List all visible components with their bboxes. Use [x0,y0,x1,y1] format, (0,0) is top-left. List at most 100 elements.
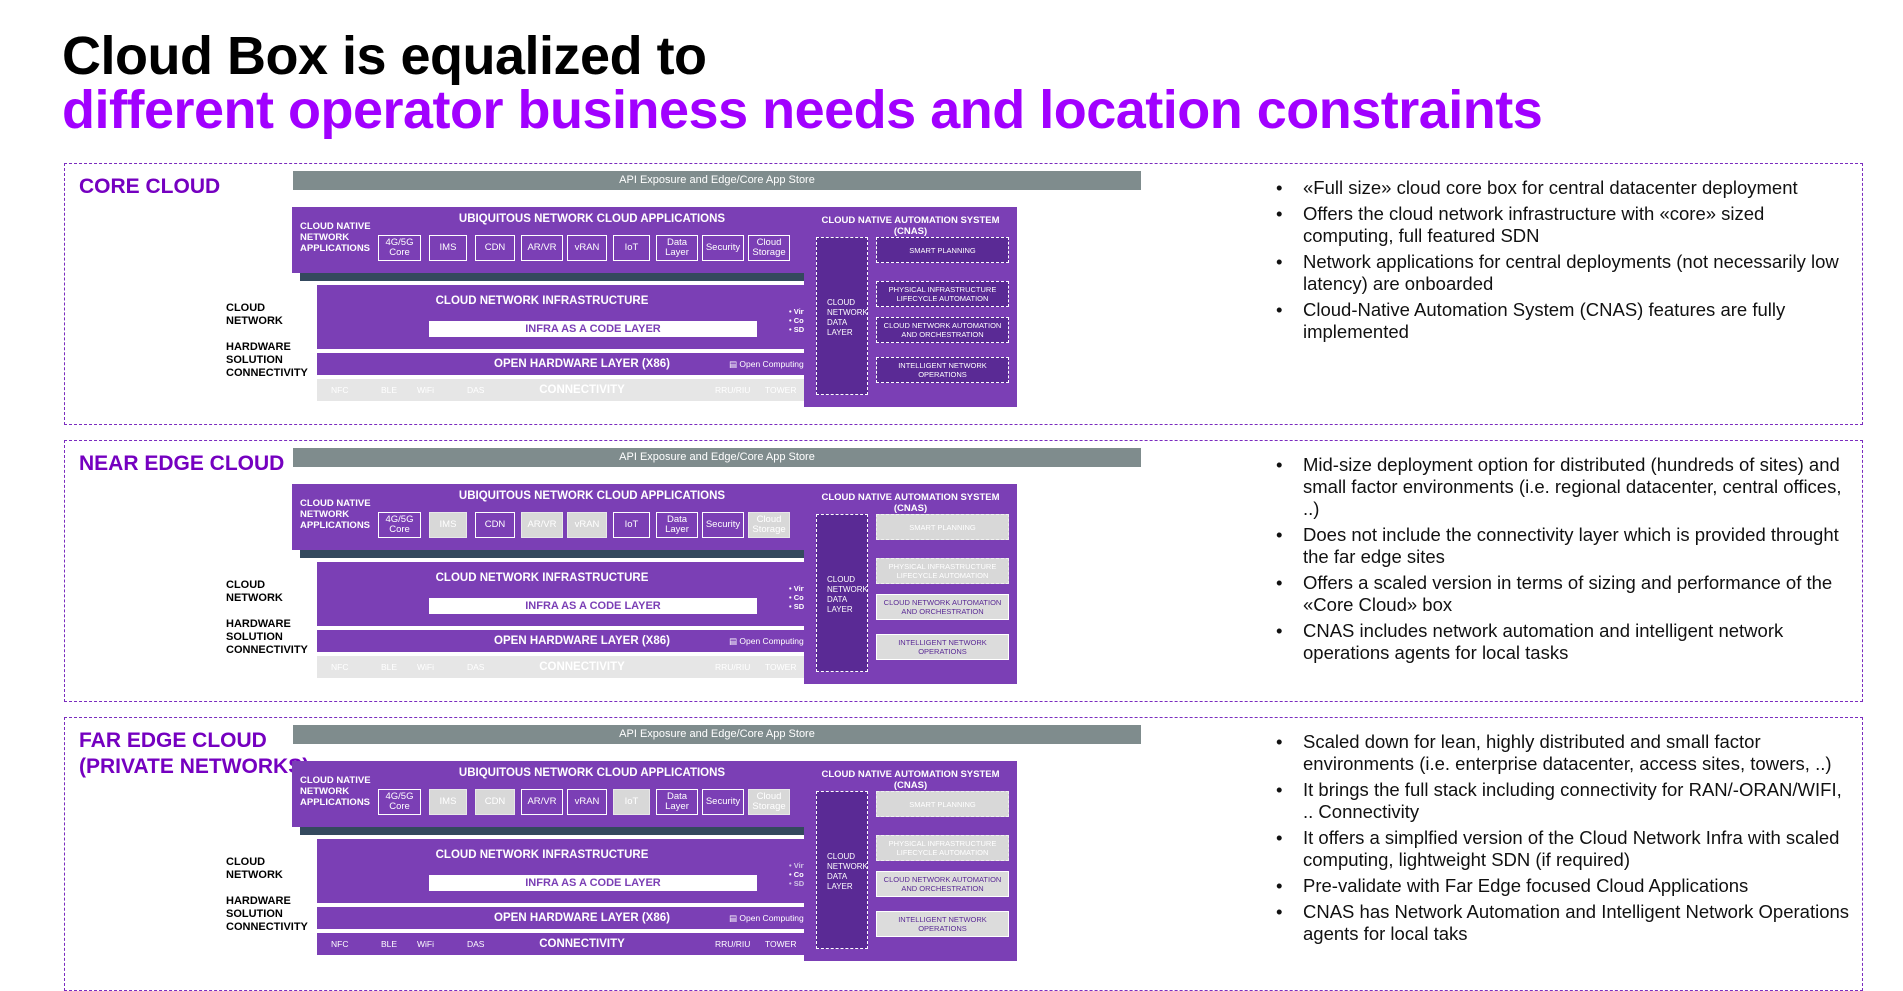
connectivity-item: RRU/RIU [715,939,751,949]
connectivity-item: WiFi [417,939,434,949]
cnas-module: PHYSICAL INFRASTRUCTURE LIFECYCLE AUTOMA… [876,558,1009,584]
app-tile: Cloud Storage [748,235,790,261]
app-tile: IoT [613,512,650,538]
apps-band: CLOUD NATIVE NETWORK APPLICATIONS UBIQUIT… [292,207,892,273]
cloud-network-label: CLOUD NETWORK [226,302,283,327]
api-exposure-bar: API Exposure and Edge/Core App Store [293,171,1141,190]
open-computing-label: ▤ Open Computing [729,630,804,652]
stack-diagram: CLOUD NATIVE NETWORK APPLICATIONS UBIQUIT… [226,761,1142,981]
bullet-item: Offers the cloud network infrastructure … [1276,203,1856,247]
cnas-panel: CLOUD NATIVE AUTOMATION SYSTEM (CNAS) CLO… [804,761,1017,961]
hardware-title: OPEN HARDWARE LAYER (X86) [494,635,670,647]
section-title: CORE CLOUD [79,175,221,198]
app-tile: Data Layer [656,789,698,815]
slide-title-line2: different operator business needs and lo… [62,80,1543,140]
connectivity-item: RRU/RIU [715,662,751,672]
open-computing-text: Open Computing [739,359,804,369]
cnas-module: SMART PLANNING [876,237,1009,263]
connectivity-item: TOWER [765,662,797,672]
cnas-data-layer: CLOUD NETWORK DATA LAYER [816,791,868,949]
bullet-list: Scaled down for lean, highly distributed… [1276,731,1856,949]
connectivity-title: CONNECTIVITY [539,661,625,673]
bullet-item: Scaled down for lean, highly distributed… [1276,731,1856,775]
bullet-item: It brings the full stack including conne… [1276,779,1856,823]
cnas-module: INTELLIGENT NETWORK OPERATIONS [876,357,1009,383]
connectivity-item: TOWER [765,939,797,949]
app-tile: AR/VR [521,235,563,261]
cnas-module: SMART PLANNING [876,791,1009,817]
cnas-module: PHYSICAL INFRASTRUCTURE LIFECYCLE AUTOMA… [876,835,1009,861]
open-computing-text: Open Computing [739,636,804,646]
bullet-item: It offers a simplfied version of the Clo… [1276,827,1856,871]
connectivity-label: CONNECTIVITY [226,644,308,656]
iac-layer: INFRA AS A CODE LAYER [429,598,757,614]
server-icon: ▤ [729,636,740,646]
app-tile: AR/VR [521,512,563,538]
connectivity-item: DAS [467,662,485,672]
app-tile: Data Layer [656,512,698,538]
cnas-title: CLOUD NATIVE AUTOMATION SYSTEM (CNAS) [821,215,1000,237]
bullet-item: Pre-validate with Far Edge focused Cloud… [1276,875,1856,897]
apps-label: CLOUD NATIVE NETWORK APPLICATIONS [300,775,371,808]
server-icon: ▤ [729,913,740,923]
api-exposure-bar: API Exposure and Edge/Core App Store [293,448,1141,467]
apps-band: CLOUD NATIVE NETWORK APPLICATIONS UBIQUIT… [292,761,892,827]
connectivity-title: CONNECTIVITY [539,938,625,950]
connectivity-item: BLE [381,385,398,395]
infra-layer: CLOUD NETWORK INFRASTRUCTURE INFRA AS A C… [317,562,867,626]
stack-diagram: CLOUD NATIVE NETWORK APPLICATIONS UBIQUIT… [226,207,1142,427]
app-tile: IMS [429,235,467,261]
bullet-item: Mid-size deployment option for distribut… [1276,454,1856,520]
cnas-data-layer: CLOUD NETWORK DATA LAYER [816,514,868,672]
app-tile: Security [702,512,744,538]
apps-label: CLOUD NATIVE NETWORK APPLICATIONS [300,221,371,254]
infra-title: CLOUD NETWORK INFRASTRUCTURE [435,295,649,307]
app-tile: 4G/5G Core [378,512,421,538]
hardware-solution-label: HARDWARE SOLUTION [226,895,291,920]
bullet-item: Cloud-Native Automation System (CNAS) fe… [1276,299,1856,343]
hardware-title: OPEN HARDWARE LAYER (X86) [494,358,670,370]
cnas-module: SMART PLANNING [876,514,1009,540]
apps-band-shadow [300,273,884,281]
connectivity-item: NFC [331,939,349,949]
hardware-solution-label: HARDWARE SOLUTION [226,618,291,643]
connectivity-item: WiFi [417,385,434,395]
bullet-item: Offers a scaled version in terms of sizi… [1276,572,1856,616]
cnas-module: INTELLIGENT NETWORK OPERATIONS [876,911,1009,937]
cnas-module: CLOUD NETWORK AUTOMATION AND ORCHESTRATI… [876,594,1009,620]
open-computing-label: ▤ Open Computing [729,353,804,375]
connectivity-layer: CONNECTIVITY NFC BLE WiFi DAS RRU/RIU TOWER [317,379,867,401]
app-tile: vRAN [567,512,607,538]
app-tile: AR/VR [521,789,563,815]
bullet-item: Network applications for central deploym… [1276,251,1856,295]
app-tile: Data Layer [656,235,698,261]
cnas-panel: CLOUD NATIVE AUTOMATION SYSTEM (CNAS) CLO… [804,207,1017,407]
cnas-data-layer-label: CLOUD NETWORK DATA LAYER [827,298,868,337]
cnas-module: CLOUD NETWORK AUTOMATION AND ORCHESTRATI… [876,317,1009,343]
bullet-item: Does not include the connectivity layer … [1276,524,1856,568]
server-icon: ▤ [729,359,740,369]
hardware-layer: OPEN HARDWARE LAYER (X86) ▤ Open Computin… [317,630,867,652]
connectivity-title: CONNECTIVITY [539,384,625,396]
slide-title-line1: Cloud Box is equalized to [62,26,707,86]
section-title: NEAR EDGE CLOUD [79,452,285,475]
cnas-module: PHYSICAL INFRASTRUCTURE LIFECYCLE AUTOMA… [876,281,1009,307]
connectivity-item: TOWER [765,385,797,395]
app-tile: CDN [475,512,515,538]
infra-title: CLOUD NETWORK INFRASTRUCTURE [435,849,649,861]
cnas-module: INTELLIGENT NETWORK OPERATIONS [876,634,1009,660]
cnas-data-layer-label: CLOUD NETWORK DATA LAYER [827,575,868,614]
infra-layer: CLOUD NETWORK INFRASTRUCTURE INFRA AS A C… [317,839,867,903]
bullet-list: Mid-size deployment option for distribut… [1276,454,1856,668]
connectivity-item: WiFi [417,662,434,672]
stack-diagram: CLOUD NATIVE NETWORK APPLICATIONS UBIQUIT… [226,484,1142,704]
cnas-data-layer: CLOUD NETWORK DATA LAYER [816,237,868,395]
connectivity-item: DAS [467,385,485,395]
app-tile: CDN [475,235,515,261]
apps-title: UBIQUITOUS NETWORK CLOUD APPLICATIONS [458,767,726,779]
app-tile: IoT [613,789,650,815]
apps-title: UBIQUITOUS NETWORK CLOUD APPLICATIONS [458,213,726,225]
open-computing-text: Open Computing [739,913,804,923]
connectivity-item: BLE [381,939,398,949]
connectivity-item: NFC [331,662,349,672]
